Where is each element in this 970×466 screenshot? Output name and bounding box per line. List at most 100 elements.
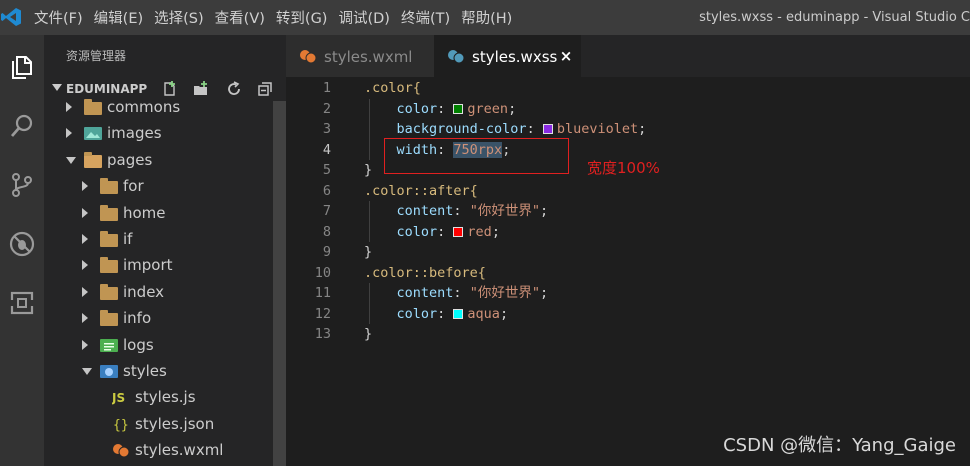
css-value: blueviolet [556, 121, 639, 137]
code-line: } [364, 242, 372, 263]
menu-item[interactable]: 文件(F) [34, 7, 83, 28]
code-line: color: red; [396, 223, 500, 240]
code-line: .color::after{ [364, 181, 478, 202]
wxss-file-icon [448, 50, 465, 64]
css-selector: } [364, 326, 373, 342]
folder-icon [100, 204, 118, 221]
tree-item[interactable]: styles.wxml [44, 437, 272, 463]
css-value: aqua [467, 305, 500, 322]
menu-bar: 文件(F) 编辑(E) 选择(S) 查看(V) 转到(G) 调试(D) 终端(T) 帮助(H) [34, 0, 523, 35]
code-line: .color{ [364, 78, 421, 99]
color-swatch[interactable] [542, 124, 553, 134]
chevron-right-icon [82, 207, 88, 218]
tab-bar: styles.wxml styles.wxss × [286, 35, 970, 77]
tree-item-label: commons [107, 98, 181, 116]
css-property: content [396, 285, 454, 301]
source-control-icon[interactable] [0, 163, 44, 207]
tree-item[interactable]: import [44, 252, 272, 278]
wxml-file-icon [300, 50, 317, 64]
tree-item-label: styles [123, 362, 167, 380]
debug-icon[interactable] [0, 222, 44, 266]
vscode-logo-icon [1, 8, 21, 26]
chevron-down-icon [52, 84, 62, 91]
folder-icon [84, 99, 102, 115]
chevron-right-icon [82, 313, 88, 324]
folder-icon [100, 257, 118, 274]
folder-icon [100, 231, 118, 247]
menu-item[interactable]: 转到(G) [276, 7, 328, 28]
color-swatch[interactable] [453, 226, 464, 237]
line-number: 2 [322, 100, 331, 117]
tab-label: styles.wxss [472, 48, 558, 66]
menu-item[interactable]: 编辑(E) [94, 7, 143, 28]
line-number: 5 [322, 162, 331, 178]
tree-item-label: images [107, 124, 162, 143]
code-line: } [364, 160, 372, 181]
close-icon[interactable]: × [558, 46, 574, 66]
css-property: background-color [396, 121, 527, 137]
css-selector: .color::after{ [364, 182, 478, 199]
window-title: styles.wxss - eduminapp - Visual Studio … [699, 10, 970, 25]
tree-item[interactable]: logs [44, 332, 272, 358]
tree-item[interactable]: info [44, 305, 272, 331]
css-selector: } [364, 244, 373, 260]
tree-item-label: info [123, 309, 152, 328]
tree-item[interactable]: home [44, 200, 272, 226]
chevron-right-icon [82, 339, 88, 350]
color-swatch[interactable] [453, 103, 464, 114]
annotation-text: 宽度100% [587, 159, 660, 177]
tree-item[interactable]: index [44, 279, 272, 305]
chevron-right-icon [66, 128, 72, 139]
tab-styles-wxml[interactable]: styles.wxml [286, 35, 434, 77]
css-selector: } [364, 162, 373, 178]
tab-styles-wxss[interactable]: styles.wxss × [434, 35, 581, 77]
tree-item[interactable]: JS styles.js [44, 384, 272, 410]
svg-text:JS: JS [112, 391, 125, 405]
chevron-right-icon [82, 260, 88, 271]
watermark: CSDN @微信：Yang_Gaige [723, 435, 956, 456]
chevron-right-icon [82, 234, 88, 244]
chevron-down-icon [66, 156, 76, 164]
tree-item-label: home [123, 203, 166, 222]
annotation-box [384, 138, 569, 174]
color-swatch[interactable] [453, 308, 464, 319]
tree-item[interactable]: images [44, 120, 272, 146]
menu-item[interactable]: 终端(T) [401, 7, 450, 28]
line-number: 6 [322, 182, 331, 199]
tree-item[interactable]: styles [44, 358, 272, 384]
tree-item-label: for [123, 177, 144, 196]
tree-item[interactable]: pages [44, 147, 272, 173]
explorer-icon[interactable] [0, 45, 44, 89]
line-number: 1 [322, 80, 331, 96]
folder-icon [100, 283, 118, 300]
sidebar-scrollbar[interactable] [273, 101, 286, 466]
tree-item[interactable]: {} styles.json [44, 411, 272, 437]
code-line: } [364, 324, 372, 345]
line-number: 10 [314, 264, 331, 281]
code-line: content: "你好世界"; [396, 203, 549, 219]
code-line: color: aqua; [396, 305, 509, 322]
explorer-sidebar: 资源管理器 EDUMINAPP commons images pages for hom… [44, 35, 286, 466]
line-number: 13 [314, 326, 331, 342]
tree-item-label: import [123, 256, 173, 275]
menu-item[interactable]: 调试(D) [338, 7, 389, 28]
svg-text:{}: {} [113, 418, 129, 432]
extensions-icon[interactable] [0, 281, 44, 325]
css-value: "你好世界" [469, 203, 540, 219]
styles-folder-icon [100, 363, 118, 379]
line-number: 3 [322, 121, 331, 137]
line-number: 7 [322, 203, 331, 219]
folder-open-icon [84, 151, 102, 168]
tree-item[interactable]: if [44, 226, 272, 252]
menu-item[interactable]: 帮助(H) [461, 7, 512, 28]
code-editor[interactable]: 1 .color{2 color: green; 3 background-colo… [286, 77, 970, 466]
code-line: content: "你好世界"; [396, 285, 549, 301]
tree-item[interactable]: for [44, 173, 272, 199]
tree-item-label: if [123, 230, 133, 248]
search-icon[interactable] [0, 104, 44, 148]
menu-item[interactable]: 选择(S) [154, 7, 204, 28]
tree-item[interactable]: commons [44, 94, 272, 120]
css-property: color [396, 223, 438, 240]
css-selector: .color::before{ [364, 264, 486, 281]
menu-item[interactable]: 查看(V) [215, 7, 265, 28]
